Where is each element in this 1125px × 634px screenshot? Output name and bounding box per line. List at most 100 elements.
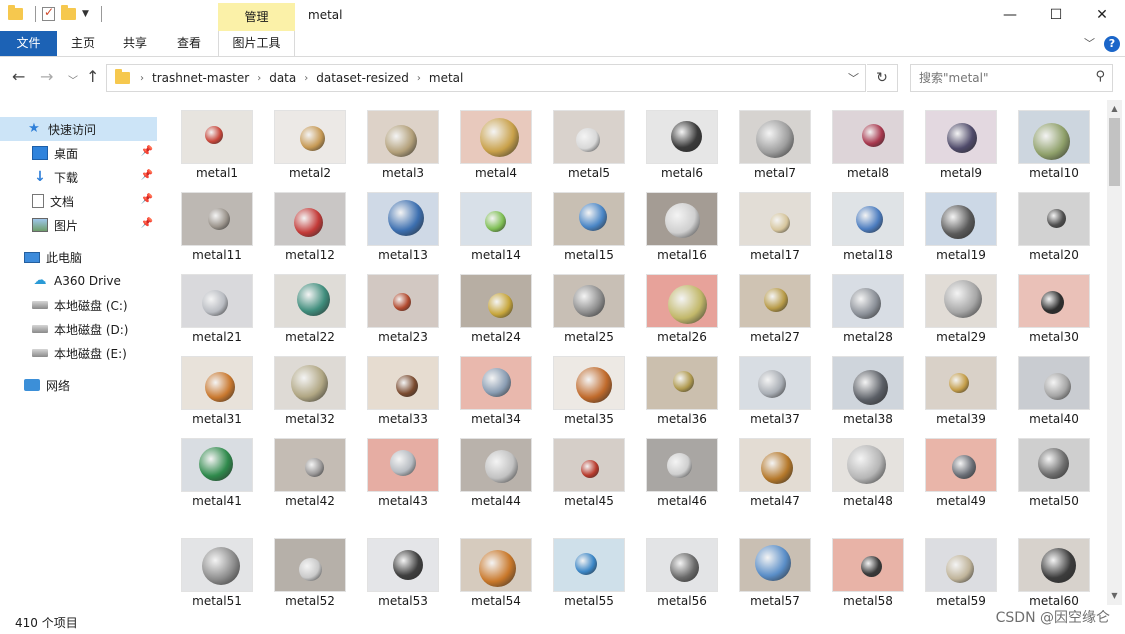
breadcrumb-dataset-resized[interactable]: dataset-resized: [312, 71, 413, 85]
file-item[interactable]: metal54: [450, 538, 542, 605]
recent-locations-chevron-icon[interactable]: ﹀: [68, 72, 78, 87]
file-item[interactable]: metal46: [636, 438, 728, 520]
file-item[interactable]: metal11: [171, 192, 263, 274]
file-item[interactable]: metal6: [636, 110, 728, 192]
file-item[interactable]: metal40: [1008, 356, 1100, 438]
breadcrumb-trashnet-master[interactable]: trashnet-master: [148, 71, 253, 85]
file-item[interactable]: metal49: [915, 438, 1007, 520]
file-item[interactable]: metal60: [1008, 538, 1100, 605]
refresh-icon[interactable]: ↻: [867, 64, 898, 92]
file-item[interactable]: metal5: [543, 110, 635, 192]
file-item[interactable]: metal51: [171, 538, 263, 605]
file-item[interactable]: metal17: [729, 192, 821, 274]
file-item[interactable]: metal53: [357, 538, 449, 605]
file-item[interactable]: metal24: [450, 274, 542, 356]
address-history-chevron-icon[interactable]: ﹀: [848, 70, 859, 86]
file-item[interactable]: metal36: [636, 356, 728, 438]
scroll-down-icon[interactable]: ▼: [1107, 589, 1122, 603]
pin-icon[interactable]: 📌: [141, 194, 153, 205]
pin-icon[interactable]: 📌: [141, 218, 153, 229]
sidebar-item-drive-e[interactable]: 本地磁盘 (E:): [0, 341, 157, 365]
search-icon[interactable]: ⚲: [1095, 69, 1105, 84]
file-item[interactable]: metal26: [636, 274, 728, 356]
file-item[interactable]: metal7: [729, 110, 821, 192]
customize-toolbar-chevron-icon[interactable]: ▼: [82, 9, 89, 19]
sidebar-item-downloads[interactable]: ↓ 下载 📌: [0, 165, 157, 189]
file-item[interactable]: metal10: [1008, 110, 1100, 192]
file-item[interactable]: metal33: [357, 356, 449, 438]
sidebar-item-desktop[interactable]: 桌面 📌: [0, 141, 157, 165]
scroll-up-icon[interactable]: ▲: [1107, 102, 1122, 116]
help-icon[interactable]: ?: [1104, 36, 1120, 52]
tab-home[interactable]: 主页: [60, 31, 106, 56]
breadcrumb-metal[interactable]: metal: [425, 71, 467, 85]
pin-icon[interactable]: 📌: [141, 170, 153, 181]
scrollbar-thumb[interactable]: [1109, 118, 1120, 186]
sidebar-item-documents[interactable]: 文档 📌: [0, 189, 157, 213]
minimize-button[interactable]: —: [987, 0, 1033, 31]
file-item[interactable]: metal9: [915, 110, 1007, 192]
file-item[interactable]: metal14: [450, 192, 542, 274]
file-item[interactable]: metal59: [915, 538, 1007, 605]
file-item[interactable]: metal4: [450, 110, 542, 192]
sidebar-item-drive-d[interactable]: 本地磁盘 (D:): [0, 317, 157, 341]
breadcrumb-chevron-icon[interactable]: ›: [413, 73, 425, 84]
file-item[interactable]: metal28: [822, 274, 914, 356]
properties-icon[interactable]: [42, 5, 55, 21]
expand-ribbon-chevron-icon[interactable]: ﹀: [1084, 35, 1095, 51]
breadcrumb-chevron-icon[interactable]: ›: [136, 73, 148, 84]
file-item[interactable]: metal13: [357, 192, 449, 274]
file-item[interactable]: metal42: [264, 438, 356, 520]
tab-file[interactable]: 文件: [0, 31, 57, 56]
pin-icon[interactable]: 📌: [141, 146, 153, 157]
vertical-scrollbar[interactable]: ▲ ▼: [1107, 100, 1122, 605]
file-item[interactable]: metal34: [450, 356, 542, 438]
file-item[interactable]: metal27: [729, 274, 821, 356]
file-item[interactable]: metal12: [264, 192, 356, 274]
breadcrumb-data[interactable]: data: [265, 71, 300, 85]
address-bar[interactable]: › trashnet-master › data › dataset-resiz…: [106, 64, 866, 92]
file-item[interactable]: metal31: [171, 356, 263, 438]
sidebar-item-this-pc[interactable]: 此电脑: [0, 245, 157, 269]
sidebar-item-drive-c[interactable]: 本地磁盘 (C:): [0, 293, 157, 317]
file-item[interactable]: metal32: [264, 356, 356, 438]
file-item[interactable]: metal35: [543, 356, 635, 438]
breadcrumb-chevron-icon[interactable]: ›: [253, 73, 265, 84]
file-item[interactable]: metal52: [264, 538, 356, 605]
sidebar-item-pictures[interactable]: 图片 📌: [0, 213, 157, 237]
file-item[interactable]: metal45: [543, 438, 635, 520]
file-item[interactable]: metal2: [264, 110, 356, 192]
file-item[interactable]: metal56: [636, 538, 728, 605]
file-item[interactable]: metal22: [264, 274, 356, 356]
file-item[interactable]: metal55: [543, 538, 635, 605]
file-item[interactable]: metal20: [1008, 192, 1100, 274]
file-item[interactable]: metal23: [357, 274, 449, 356]
back-arrow-icon[interactable]: ←: [12, 67, 25, 86]
file-item[interactable]: metal16: [636, 192, 728, 274]
file-item[interactable]: metal48: [822, 438, 914, 520]
maximize-button[interactable]: ☐: [1033, 0, 1079, 31]
search-input[interactable]: [911, 65, 1081, 91]
close-button[interactable]: ✕: [1079, 0, 1125, 31]
file-item[interactable]: metal19: [915, 192, 1007, 274]
sidebar-item-quick-access[interactable]: ★ 快速访问: [0, 117, 157, 141]
search-box[interactable]: ⚲: [910, 64, 1113, 92]
context-tab-manage[interactable]: 管理: [218, 3, 295, 31]
file-item[interactable]: metal47: [729, 438, 821, 520]
file-item[interactable]: metal30: [1008, 274, 1100, 356]
up-arrow-icon[interactable]: ↑: [86, 67, 99, 86]
file-item[interactable]: metal57: [729, 538, 821, 605]
file-item[interactable]: metal39: [915, 356, 1007, 438]
file-item[interactable]: metal44: [450, 438, 542, 520]
tab-picture-tools[interactable]: 图片工具: [218, 31, 295, 56]
new-folder-icon[interactable]: [61, 5, 76, 20]
sidebar-item-network[interactable]: 网络: [0, 373, 157, 397]
file-item[interactable]: metal29: [915, 274, 1007, 356]
file-item[interactable]: metal21: [171, 274, 263, 356]
file-item[interactable]: metal50: [1008, 438, 1100, 520]
file-item[interactable]: metal41: [171, 438, 263, 520]
sidebar-item-a360-drive[interactable]: ☁ A360 Drive: [0, 269, 157, 293]
breadcrumb-chevron-icon[interactable]: ›: [300, 73, 312, 84]
file-item[interactable]: metal37: [729, 356, 821, 438]
tab-share[interactable]: 共享: [112, 31, 158, 56]
